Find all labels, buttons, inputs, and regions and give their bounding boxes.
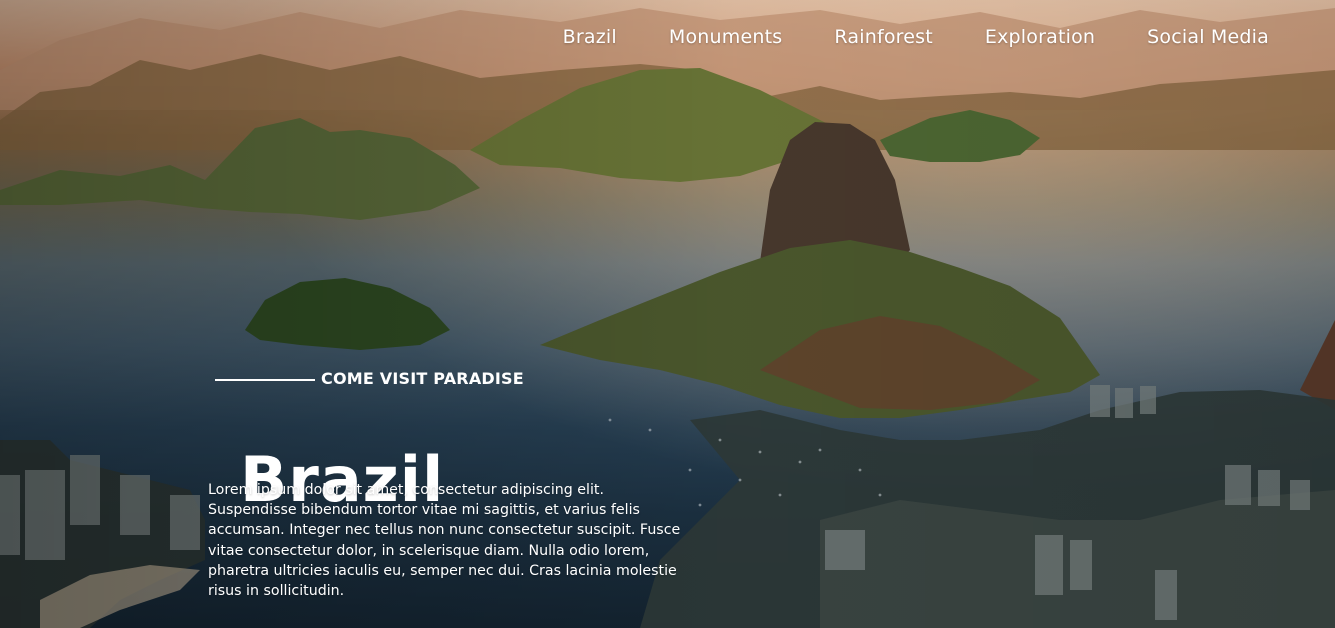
eyebrow-text: COME VISIT PARADISE <box>321 369 524 388</box>
nav-link-social-media[interactable]: Social Media <box>1147 26 1269 48</box>
nav-link-exploration[interactable]: Exploration <box>985 26 1095 48</box>
eyebrow-line-divider <box>215 378 315 381</box>
nav-link-rainforest[interactable]: Rainforest <box>834 26 933 48</box>
main-nav: Brazil Monuments Rainforest Exploration … <box>563 26 1269 48</box>
hero-eyebrow: COME VISIT PARADISE <box>215 369 524 388</box>
landing-page: Brazil Monuments Rainforest Exploration … <box>0 0 1335 628</box>
hero-description: Lorem ipsum dolor sit amet, consectetur … <box>208 482 681 600</box>
nav-link-brazil[interactable]: Brazil <box>563 26 617 48</box>
nav-link-monuments[interactable]: Monuments <box>669 26 783 48</box>
